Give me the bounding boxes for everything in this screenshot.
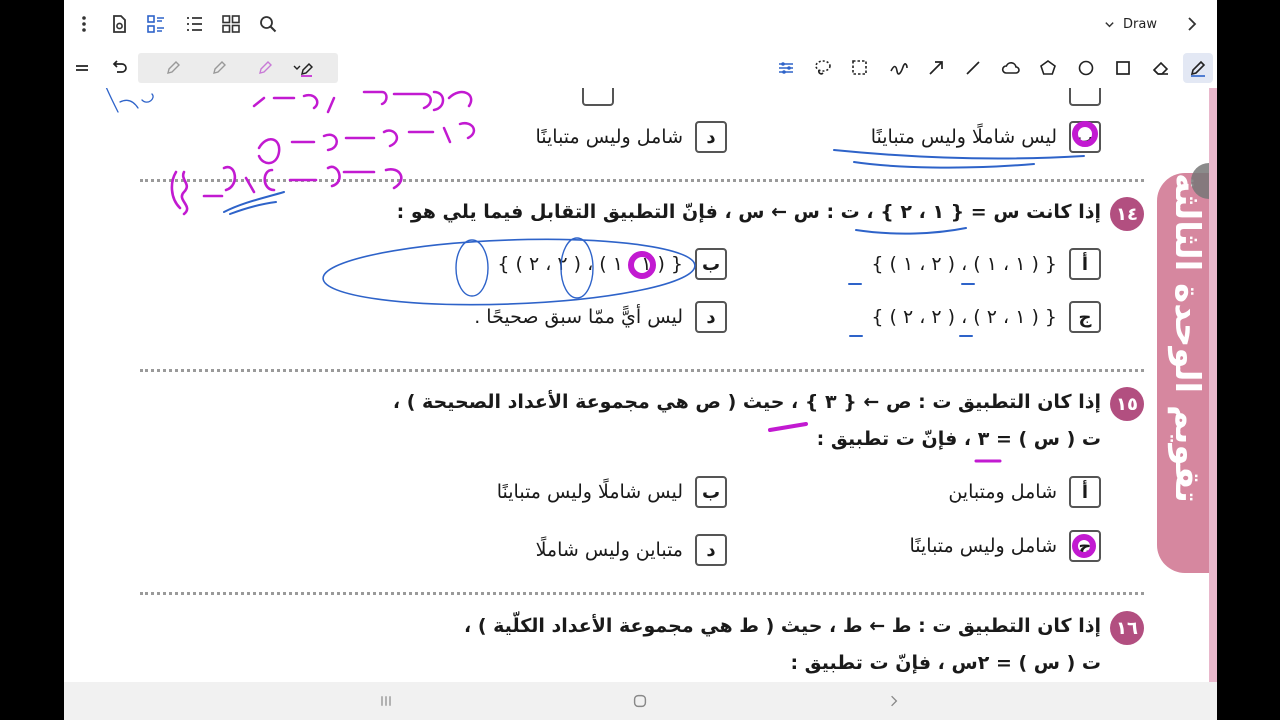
option-letter-box: ب	[695, 476, 727, 508]
scribble-icon[interactable]	[884, 53, 914, 83]
home-icon[interactable]	[620, 687, 660, 715]
ink-stroke	[170, 165, 403, 216]
pen-active-icon[interactable]	[288, 53, 318, 83]
highlighter-icon[interactable]	[250, 53, 280, 83]
ink-stroke	[105, 88, 154, 113]
chevron-right-icon[interactable]	[1177, 9, 1207, 39]
draw-mode-selector[interactable]: Draw	[1104, 12, 1184, 36]
q15-option-d[interactable]: د متباين وليس شاملًا	[536, 532, 727, 568]
pentagon-icon[interactable]	[1033, 53, 1063, 83]
question-number: ١٤	[1110, 197, 1144, 231]
question-text: إذا كانت س = { ١ ، ٢ } ، ت : س ← س ، فإن…	[396, 201, 1101, 223]
ink-circle-answer	[455, 239, 489, 297]
option-letter-box	[1069, 88, 1101, 106]
more-vert-icon[interactable]	[69, 9, 99, 39]
q13-option-partial[interactable]	[582, 88, 614, 108]
q15-option-a[interactable]: أ شامل ومتباين	[948, 474, 1101, 510]
option-text: { ( ١ ، ١ ) ، ( ٢ ، ١ ) }	[871, 253, 1057, 275]
option-text: { ( ١ ، ١ ) ، ( ٢ ، ٢ ) }	[497, 253, 683, 275]
draw-mode-label: Draw	[1123, 16, 1157, 32]
circle-icon[interactable]	[1071, 53, 1101, 83]
pencil-selected-icon[interactable]	[1183, 53, 1213, 83]
arrow-icon[interactable]	[921, 53, 951, 83]
pen-icon[interactable]	[204, 53, 234, 83]
q14-option-a[interactable]: أ { ( ١ ، ١ ) ، ( ٢ ، ١ ) }	[871, 246, 1101, 282]
q13-option-partial[interactable]	[1069, 88, 1101, 108]
cloud-icon[interactable]	[996, 53, 1026, 83]
question-text-line2: ت ( س ) = ٢س ، فإنّ ت تطبيق :	[790, 652, 1101, 674]
menu-icon[interactable]	[67, 53, 97, 83]
page-settings-icon[interactable]	[104, 9, 134, 39]
ink-stroke	[252, 90, 473, 114]
banner-text: تقويم الوحدة الثالثة	[1167, 173, 1207, 503]
option-letter-box: أ	[1069, 248, 1101, 280]
option-text: { ( ١ ، ٢ ) ، ( ٢ ، ٢ ) }	[871, 306, 1057, 328]
option-letter-box: ب	[1069, 121, 1101, 153]
search-icon[interactable]	[253, 9, 283, 39]
option-letter-box	[582, 88, 614, 106]
option-text: ليس شاملًا وليس متباينًا	[870, 126, 1057, 148]
option-text: شامل ومتباين	[948, 481, 1057, 503]
system-nav-bar	[64, 682, 1217, 720]
document-page[interactable]: د شامل وليس متباينًا ب ليس شاملًا وليس م…	[64, 88, 1217, 682]
question-text: إذا كان التطبيق ت : ص ← { ٣ } ، حيث ( ص …	[392, 391, 1101, 413]
ink-stroke	[768, 422, 808, 432]
option-text: ليس شاملًا وليس متباينًا	[496, 481, 683, 503]
option-letter-box: ج	[1069, 301, 1101, 333]
list-icon[interactable]	[179, 9, 209, 39]
draw-toolbar	[64, 48, 1217, 88]
top-toolbar: Draw	[64, 0, 1217, 48]
question-number: ١٥	[1110, 387, 1144, 421]
line-icon[interactable]	[958, 53, 988, 83]
eraser-icon[interactable]	[1146, 53, 1176, 83]
app-window: Draw د شامل وليس متباينًا ب ليس شاملًا و…	[64, 0, 1217, 720]
option-letter-box: ج	[1069, 530, 1101, 562]
separator	[140, 592, 1144, 595]
unit-banner: تقويم الوحدة الثالثة	[1157, 173, 1217, 573]
q15-option-c[interactable]: ج شامل وليس متباينًا	[909, 528, 1101, 564]
q14-option-c[interactable]: ج { ( ١ ، ٢ ) ، ( ٢ ، ٢ ) }	[871, 299, 1101, 335]
option-letter-box: أ	[1069, 476, 1101, 508]
pen-presets	[138, 53, 338, 83]
q13-option-b[interactable]: ب ليس شاملًا وليس متباينًا	[871, 119, 1101, 155]
separator	[140, 179, 1144, 182]
grid-icon[interactable]	[216, 9, 246, 39]
q15-option-b[interactable]: ب ليس شاملًا وليس متباينًا	[497, 474, 727, 510]
question-text-line2: ت ( س ) = ٣ ، فإنّ ت تطبيق :	[816, 428, 1101, 450]
select-rect-icon[interactable]	[845, 53, 875, 83]
q13-option-d[interactable]: د شامل وليس متباينًا	[535, 119, 727, 155]
option-text: شامل وليس متباينًا	[535, 126, 683, 148]
option-letter-box: د	[695, 301, 727, 333]
q14-option-d[interactable]: د ليس أيًّ ممّا سبق صحيحًا .	[474, 299, 727, 335]
option-letter-box: د	[695, 534, 727, 566]
recent-apps-icon[interactable]	[366, 687, 406, 715]
square-icon[interactable]	[1108, 53, 1138, 83]
option-text: شامل وليس متباينًا	[909, 535, 1057, 557]
ink-stroke	[855, 227, 967, 235]
option-text: ليس أيًّ ممّا سبق صحيحًا .	[474, 306, 683, 328]
q14-option-b[interactable]: ب { ( ١ ، ١ ) ، ( ٢ ، ٢ ) }	[497, 246, 727, 282]
question-text: إذا كان التطبيق ت : ط ← ط ، حيث ( ط هي م…	[464, 615, 1101, 637]
ink-stroke	[223, 191, 285, 215]
lasso-icon[interactable]	[808, 53, 838, 83]
ink-stroke	[257, 121, 476, 165]
back-icon[interactable]	[874, 687, 914, 715]
separator	[140, 369, 1144, 372]
chevron-down-icon	[1105, 21, 1114, 27]
option-letter-box: ب	[695, 248, 727, 280]
settings-sliders-icon[interactable]	[771, 53, 801, 83]
option-letter-box: د	[695, 121, 727, 153]
pen-icon[interactable]	[158, 53, 188, 83]
option-text: متباين وليس شاملًا	[535, 539, 683, 561]
layout-icon[interactable]	[141, 9, 171, 39]
page-edge-strip	[1209, 88, 1217, 682]
question-number: ١٦	[1110, 611, 1144, 645]
undo-icon[interactable]	[104, 53, 134, 83]
